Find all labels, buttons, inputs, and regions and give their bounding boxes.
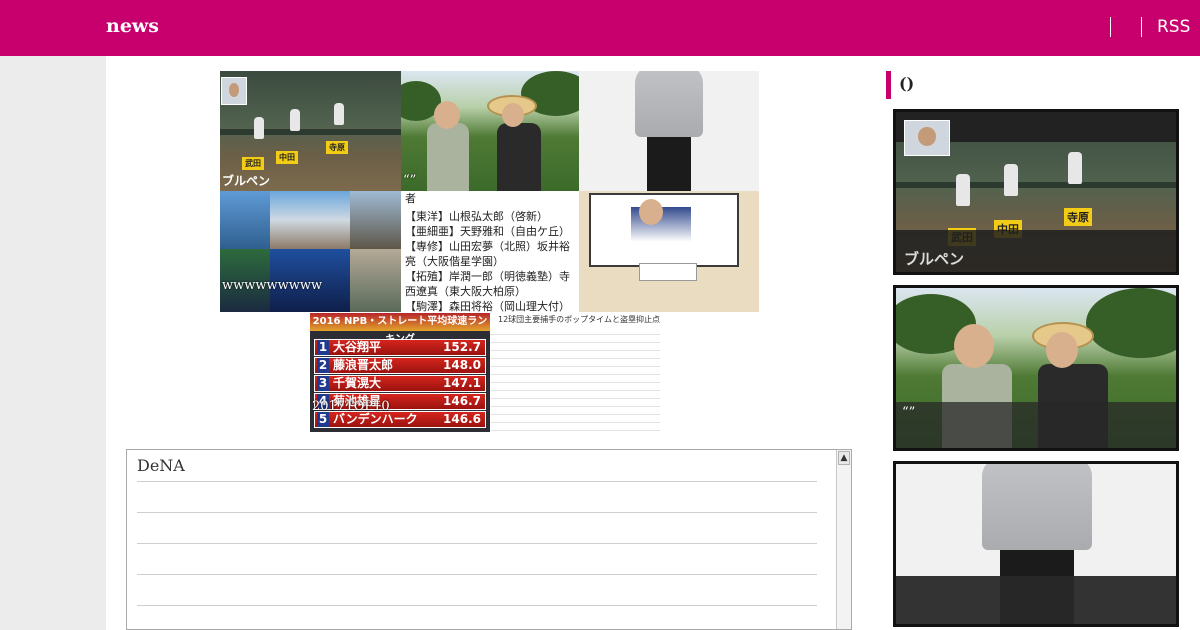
- ranking-caption: 2017TOP10: [312, 399, 390, 414]
- divider: [137, 512, 817, 513]
- stats-table-image[interactable]: 12球団主要捕手のポップタイムと盗塁抑止点: [490, 313, 660, 432]
- player-tag: 寺原: [326, 141, 348, 154]
- list-line: 者: [405, 192, 416, 205]
- site-logo[interactable]: news: [106, 15, 159, 37]
- inset-face-thumbnail: [904, 120, 950, 156]
- poster-photo: [589, 193, 739, 267]
- ranking-image[interactable]: 2016 NPB・ストレート平均球速ランキング 1大谷翔平152.7 2藤浪晋太…: [310, 313, 490, 432]
- sidebar-card-bullpen[interactable]: 武田 中田 寺原 ブルペン: [893, 109, 1179, 275]
- grid-tile-garden[interactable]: “”: [401, 71, 579, 191]
- grid-tile-man[interactable]: [579, 71, 759, 191]
- sidebar-title: (): [899, 74, 915, 93]
- site-header: news RSS: [0, 0, 1200, 56]
- grid-tile-school[interactable]: wwwwwwwww: [220, 191, 401, 312]
- grid-tile-text-list[interactable]: 者 【東洋】山根弘太郎（啓新） 【亜細亜】天野雅和（自由ケ丘） 【専修】山田宏夢…: [401, 191, 579, 312]
- card-caption-bar: [896, 576, 1176, 624]
- card-caption-bar: ブルペン: [896, 230, 1176, 272]
- ranking-row: 1 大谷翔平 152.7: [314, 339, 486, 356]
- list-line: 【亜細亜】天野雅和（自由ケ丘）: [405, 225, 570, 238]
- rss-link[interactable]: RSS: [1157, 17, 1190, 37]
- player-tag: 武田: [242, 157, 264, 170]
- comment-heading: DeNA: [137, 456, 185, 475]
- bullpen-overlay-text: ブルペン: [904, 250, 965, 268]
- list-line: 【東洋】山根弘太郎（啓新）: [405, 210, 548, 223]
- scrollbar[interactable]: ▲: [836, 450, 851, 629]
- player-tag: 寺原: [1064, 208, 1092, 226]
- list-line: 【専修】山田宏夢（北照）坂井裕亮（大阪偕星学園）: [405, 240, 570, 268]
- ranking-row: 3 千賀滉大 147.1: [314, 375, 486, 392]
- divider: [137, 543, 817, 544]
- card-caption-bar: “”: [896, 402, 1176, 448]
- sidebar-title-accent: [886, 71, 891, 99]
- grid-tile-poster[interactable]: [579, 191, 759, 312]
- list-line: 【駒澤】森田将裕（岡山理大付）: [405, 300, 570, 312]
- bullpen-overlay-text: ブルペン: [222, 174, 271, 188]
- ranking-row: 2 藤浪晋太郎 148.0: [314, 357, 486, 374]
- list-line: 【拓殖】岸潤一郎（明徳義塾）寺西遼真（東大阪大柏原）: [405, 270, 570, 298]
- left-gutter: [0, 56, 106, 630]
- grid-tile-bullpen[interactable]: 武田 中田 寺原 ブルペン: [220, 71, 401, 191]
- divider: [137, 574, 817, 575]
- comment-box[interactable]: DeNA ▲: [126, 449, 852, 630]
- scroll-up-button[interactable]: ▲: [838, 451, 850, 465]
- header-separator: [1141, 17, 1142, 37]
- divider: [137, 605, 817, 606]
- stats-table-title: 12球団主要捕手のポップタイムと盗塁抑止点: [498, 315, 660, 324]
- tile-caption: “”: [403, 173, 417, 188]
- header-separator: [1110, 17, 1111, 37]
- card-caption: “”: [902, 405, 916, 420]
- divider: [137, 481, 817, 482]
- inset-face-thumbnail: [221, 77, 247, 105]
- sidebar-card-man[interactable]: [893, 461, 1179, 627]
- ranking-header: 2016 NPB・ストレート平均球速ランキング: [310, 313, 490, 345]
- poster-plaque: [639, 263, 697, 281]
- player-tag: 中田: [276, 151, 298, 164]
- tile-caption: wwwwwwwww: [222, 278, 323, 293]
- sidebar-card-garden[interactable]: “”: [893, 285, 1179, 451]
